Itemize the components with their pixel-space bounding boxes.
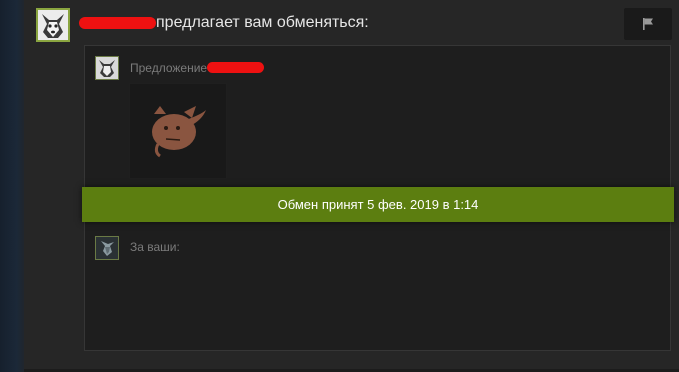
offered-item-slot[interactable] <box>129 83 227 179</box>
sender-avatar[interactable] <box>36 8 70 42</box>
husky-avatar-icon <box>96 57 118 79</box>
trade-accepted-status: Обмен принят 5 фев. 2019 в 1:14 <box>82 187 674 222</box>
trade-accepted-text: Обмен принят 5 фев. 2019 в 1:14 <box>277 197 479 212</box>
left-rail <box>0 0 24 372</box>
their-avatar[interactable] <box>95 56 119 80</box>
pig-item-icon <box>152 106 206 158</box>
flag-icon <box>643 18 653 30</box>
redacted-sender-name <box>79 17 156 29</box>
trade-offer-title: предлагает вам обменяться: <box>156 14 369 31</box>
wolf-avatar-icon <box>96 237 118 259</box>
your-avatar[interactable] <box>95 236 119 260</box>
their-offer-label: Предложение <box>130 61 208 75</box>
husky-avatar-icon <box>38 10 68 40</box>
redacted-offer-name <box>207 62 264 73</box>
report-flag-button[interactable] <box>624 8 672 40</box>
your-offer-label: За ваши: <box>130 240 180 254</box>
